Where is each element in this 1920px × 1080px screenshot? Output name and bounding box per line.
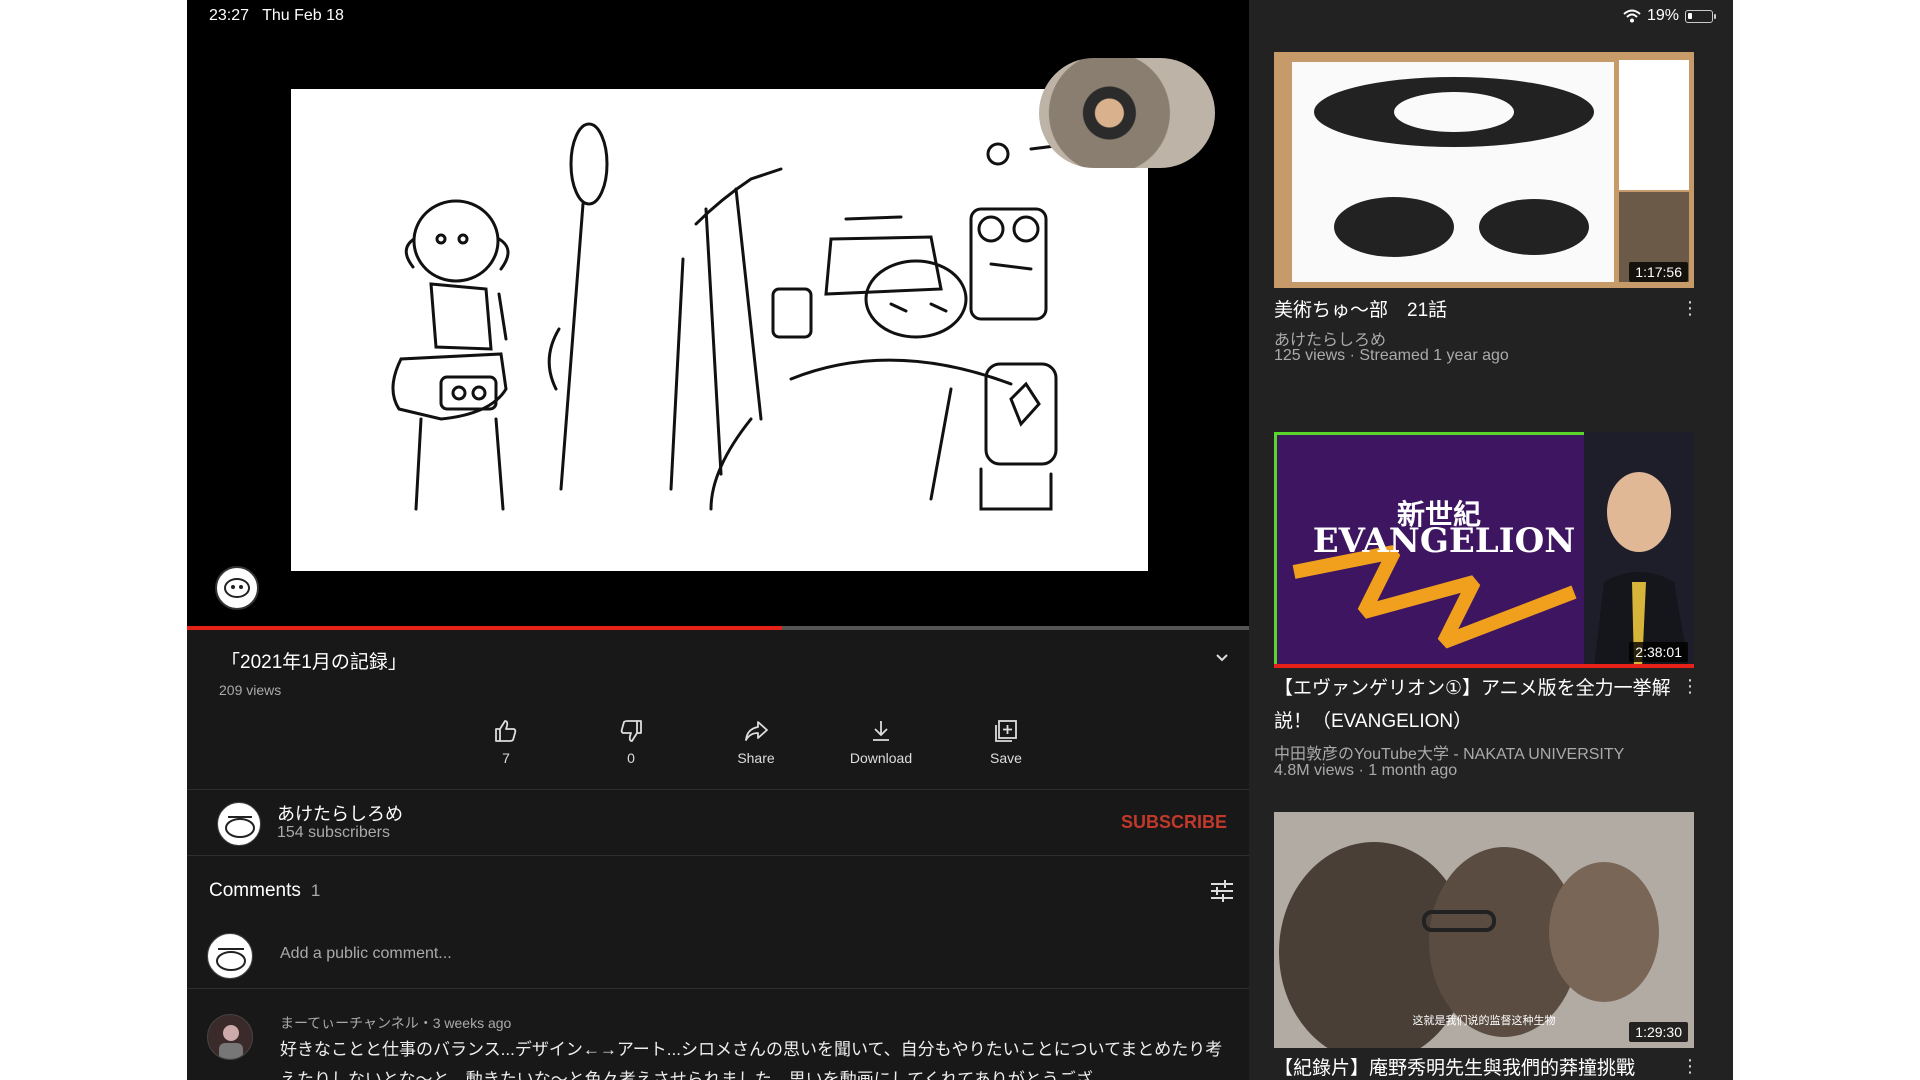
add-comment-row[interactable]: Add a public comment...	[187, 920, 1249, 989]
recommendation-channel: 中田敦彦のYouTube大学 - NAKATA UNIVERSITY	[1274, 746, 1625, 763]
view-count: 209 views	[219, 682, 282, 698]
subscriber-count: 154 subscribers	[277, 824, 390, 841]
recommendation-thumbnail[interactable]: 1:17:56	[1274, 52, 1694, 288]
recommendation-meta: 4.8M views · 1 month ago	[1274, 762, 1458, 779]
battery-icon	[1685, 9, 1716, 23]
sort-filter-icon[interactable]	[1209, 878, 1235, 904]
download-icon	[873, 721, 889, 741]
save-button[interactable]: Save	[961, 712, 1051, 766]
chevron-down-icon[interactable]	[1215, 651, 1229, 665]
video-duration: 1:29:30	[1629, 1022, 1688, 1042]
more-options-icon[interactable]: ⋮	[1681, 676, 1699, 697]
video-title: 「2021年1月の記録」	[221, 652, 407, 673]
wifi-icon	[1623, 9, 1641, 23]
recommendation-title[interactable]: 美術ちゅ〜部 21話	[1274, 294, 1674, 327]
status-bar: 23:27 Thu Feb 18 19%	[187, 0, 1733, 32]
comment-text: 好きなことと仕事のバランス...デザイン←→アート...シロメさんの思いを聞いて…	[280, 1040, 1223, 1080]
download-button[interactable]: Download	[836, 712, 926, 766]
watch-column: 「2021年1月の記録」 209 views 7 0 Share Downloa…	[187, 0, 1249, 1080]
save-label: Save	[990, 750, 1022, 766]
thumbnail-text: EVANGELION	[1313, 521, 1576, 561]
watched-progress-bar	[1274, 664, 1694, 668]
share-icon	[745, 721, 768, 741]
comments-header[interactable]: Comments 1	[209, 880, 320, 902]
more-options-icon[interactable]: ⋮	[1681, 1056, 1699, 1077]
sketch-illustration	[391, 122, 1073, 511]
video-progress-bar[interactable]	[187, 626, 1249, 630]
dislike-button[interactable]: 0	[586, 712, 676, 766]
recommendations-sidebar: 1:17:56 美術ちゅ〜部 21話 あけたらしろめ 125 views · S…	[1249, 0, 1733, 1080]
channel-row: あけたらしろめ 154 subscribers SUBSCRIBE	[187, 789, 1249, 856]
subscribe-button[interactable]: SUBSCRIBE	[1121, 812, 1227, 833]
share-button[interactable]: Share	[711, 712, 801, 766]
recommendation-thumbnail[interactable]: 新世紀 EVANGELION 2:38:01	[1274, 432, 1694, 668]
like-button[interactable]: 7	[461, 712, 551, 766]
like-count: 7	[502, 750, 510, 766]
thumbs-down-icon	[620, 720, 642, 742]
recommendation-title[interactable]: 【エヴァンゲリオン①】アニメ版を全力一挙解説！（EVANGELION）	[1274, 672, 1674, 738]
streamer-webcam-overlay	[1039, 58, 1215, 168]
channel-watermark-icon[interactable]	[215, 566, 259, 610]
app-screen: 23:27 Thu Feb 18 19% 「2021年1月の記録」 209 vi…	[187, 0, 1733, 1080]
channel-name[interactable]: あけたらしろめ	[277, 800, 403, 826]
recommendation-title[interactable]: 【紀錄片】庵野秀明先生與我們的莽撞挑戰	[1274, 1052, 1674, 1080]
video-duration: 1:17:56	[1629, 262, 1688, 282]
video-progress-fill	[187, 626, 782, 630]
recommendation-meta: 125 views · Streamed 1 year ago	[1274, 347, 1509, 364]
status-time: 23:27	[209, 7, 250, 24]
comment-item: まーてぃーチャンネル・3 weeks ago 好きなことと仕事のバランス...デ…	[187, 1000, 1249, 1080]
video-player[interactable]	[187, 0, 1249, 627]
battery-percent: 19%	[1646, 7, 1679, 24]
comments-count: 1	[310, 881, 321, 900]
action-bar: 7 0 Share Download Save	[187, 712, 1249, 782]
save-playlist-icon	[995, 720, 1017, 742]
video-frame-drawing	[291, 89, 1148, 571]
comment-meta: まーてぃーチャンネル・3 weeks ago	[280, 1015, 512, 1031]
user-avatar	[207, 933, 253, 979]
video-duration: 2:38:01	[1629, 642, 1688, 662]
dislike-count: 0	[627, 750, 635, 766]
more-options-icon[interactable]: ⋮	[1681, 298, 1699, 319]
recommendation-thumbnail[interactable]: 这就是我们说的监督这种生物 1:29:30	[1274, 812, 1694, 1048]
status-date: Thu Feb 18	[262, 7, 344, 24]
share-label: Share	[737, 750, 775, 766]
comments-title: Comments	[209, 880, 301, 901]
add-comment-input[interactable]: Add a public comment...	[280, 945, 452, 963]
channel-avatar[interactable]	[217, 802, 261, 846]
thumbs-up-icon	[495, 720, 517, 742]
commenter-avatar[interactable]	[207, 1014, 253, 1060]
download-label: Download	[849, 750, 913, 766]
